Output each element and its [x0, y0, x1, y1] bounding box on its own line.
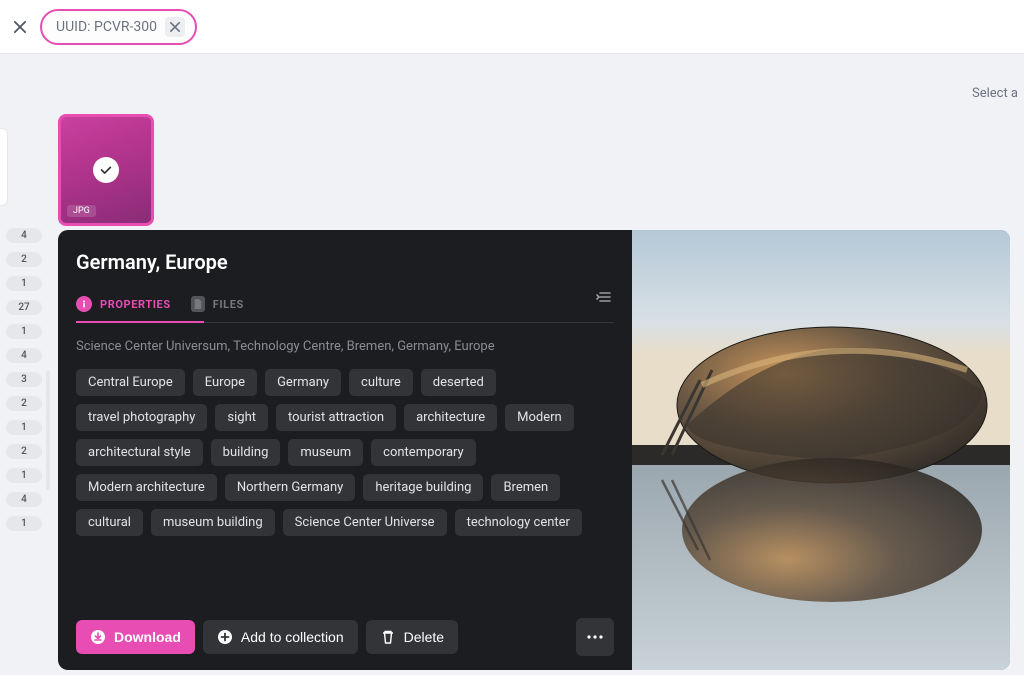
- tab-files-label: FILES: [213, 298, 244, 311]
- tag-chip[interactable]: contemporary: [371, 439, 476, 466]
- tag-chip[interactable]: tourist attraction: [276, 404, 396, 431]
- sidebar-count-badge[interactable]: 3: [6, 372, 42, 387]
- file-icon: [191, 296, 205, 312]
- asset-description: Science Center Universum, Technology Cen…: [76, 337, 614, 357]
- ellipsis-icon: [587, 635, 603, 639]
- sidebar-count-badge[interactable]: 1: [6, 516, 42, 531]
- tag-chip[interactable]: Northern Germany: [225, 474, 355, 501]
- thumbnail-grid: JPG: [58, 114, 154, 226]
- sidebar-counts: 4 2 1 27 1 4 3 2 1 2 1 4 1: [0, 228, 42, 531]
- sidebar-count-badge[interactable]: 1: [6, 468, 42, 483]
- delete-button[interactable]: Delete: [366, 620, 458, 654]
- tag-chip[interactable]: technology center: [455, 509, 582, 536]
- close-search-icon[interactable]: [10, 17, 30, 37]
- tag-chip[interactable]: Modern architecture: [76, 474, 217, 501]
- tag-chip[interactable]: building: [211, 439, 281, 466]
- asset-preview-image[interactable]: [632, 230, 1010, 670]
- download-icon: [90, 629, 106, 645]
- search-filter-chip[interactable]: UUID: PCVR-300: [40, 9, 197, 45]
- info-icon: [76, 296, 92, 312]
- tag-list: Central Europe Europe Germany culture desert…: [76, 369, 614, 536]
- tag-chip[interactable]: culture: [349, 369, 413, 396]
- header-hint-text: Select a: [972, 86, 1018, 101]
- thumbnail-format-badge: JPG: [67, 205, 96, 217]
- sidebar-count-badge[interactable]: 1: [6, 276, 42, 291]
- tag-chip[interactable]: Bremen: [491, 474, 560, 501]
- action-bar: Download Add to collection Delete: [76, 618, 614, 656]
- divider-handle[interactable]: [46, 370, 50, 490]
- add-to-collection-button[interactable]: Add to collection: [203, 620, 358, 654]
- asset-title: Germany, Europe: [76, 250, 614, 274]
- download-label: Download: [114, 629, 181, 645]
- sidebar-panel-edge: [0, 128, 8, 206]
- collapse-panel-icon[interactable]: [596, 290, 614, 322]
- remove-filter-icon[interactable]: [165, 17, 185, 37]
- sidebar-count-badge[interactable]: 4: [6, 492, 42, 507]
- tag-chip[interactable]: travel photography: [76, 404, 207, 431]
- search-chip-label: UUID: PCVR-300: [56, 19, 157, 35]
- tag-chip[interactable]: heritage building: [363, 474, 483, 501]
- plus-circle-icon: [217, 629, 233, 645]
- tab-active-underline: [76, 321, 204, 323]
- sidebar-count-badge[interactable]: 2: [6, 444, 42, 459]
- tag-chip[interactable]: sight: [215, 404, 268, 431]
- tag-chip[interactable]: Europe: [193, 369, 257, 396]
- tab-files[interactable]: FILES: [191, 290, 244, 322]
- tag-chip[interactable]: Central Europe: [76, 369, 185, 396]
- sidebar-count-badge[interactable]: 2: [6, 396, 42, 411]
- detail-tabs: PROPERTIES FILES: [76, 290, 614, 323]
- sidebar-count-badge[interactable]: 2: [6, 252, 42, 267]
- selected-check-icon: [93, 157, 119, 183]
- sidebar-count-badge[interactable]: 1: [6, 420, 42, 435]
- tag-chip[interactable]: Modern: [505, 404, 574, 431]
- tag-chip[interactable]: architectural style: [76, 439, 203, 466]
- trash-icon: [380, 629, 396, 645]
- tag-chip[interactable]: cultural: [76, 509, 143, 536]
- asset-detail-panel: Germany, Europe PROPERTIES FILES: [58, 230, 1010, 670]
- sidebar-count-badge[interactable]: 4: [6, 228, 42, 243]
- tag-chip[interactable]: museum building: [151, 509, 275, 536]
- sidebar-count-badge[interactable]: 4: [6, 348, 42, 363]
- tab-properties-label: PROPERTIES: [100, 298, 171, 311]
- detail-properties-pane: Germany, Europe PROPERTIES FILES: [58, 230, 632, 670]
- tag-chip[interactable]: Science Center Universe: [283, 509, 447, 536]
- tab-properties[interactable]: PROPERTIES: [76, 290, 171, 322]
- tag-chip[interactable]: architecture: [404, 404, 497, 431]
- more-actions-button[interactable]: [576, 618, 614, 656]
- tag-chip[interactable]: deserted: [421, 369, 496, 396]
- delete-label: Delete: [404, 629, 444, 645]
- tag-chip[interactable]: museum: [288, 439, 363, 466]
- add-collection-label: Add to collection: [241, 629, 344, 645]
- asset-thumbnail[interactable]: JPG: [58, 114, 154, 226]
- download-button[interactable]: Download: [76, 620, 195, 654]
- tag-chip[interactable]: Germany: [265, 369, 341, 396]
- sidebar-count-badge[interactable]: 1: [6, 324, 42, 339]
- sidebar-count-badge[interactable]: 27: [6, 300, 42, 315]
- top-search-bar: UUID: PCVR-300: [0, 0, 1024, 54]
